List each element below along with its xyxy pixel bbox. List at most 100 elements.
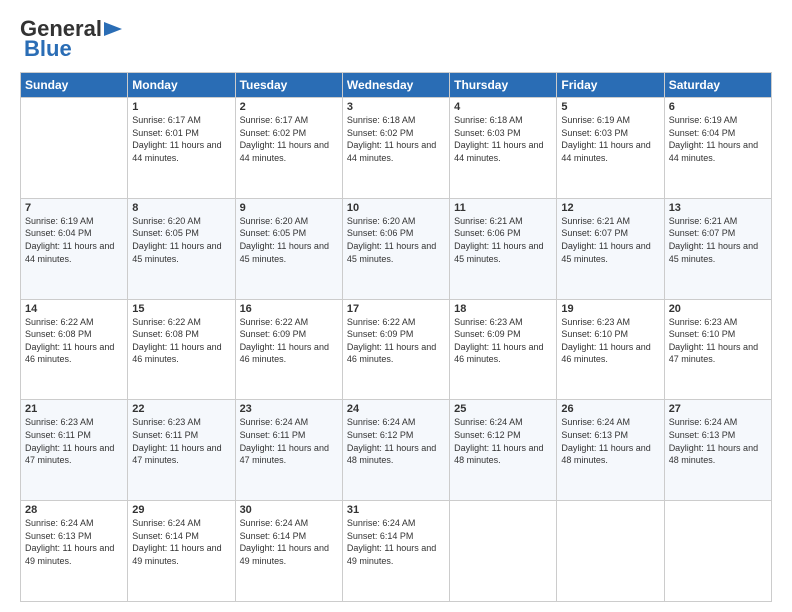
calendar-cell: 10Sunrise: 6:20 AMSunset: 6:06 PMDayligh… (342, 198, 449, 299)
calendar-table: SundayMondayTuesdayWednesdayThursdayFrid… (20, 72, 772, 602)
calendar-cell: 23Sunrise: 6:24 AMSunset: 6:11 PMDayligh… (235, 400, 342, 501)
day-info: Sunrise: 6:23 AMSunset: 6:10 PMDaylight:… (669, 316, 767, 366)
calendar-cell: 30Sunrise: 6:24 AMSunset: 6:14 PMDayligh… (235, 501, 342, 602)
day-number: 27 (669, 403, 767, 415)
calendar-cell: 22Sunrise: 6:23 AMSunset: 6:11 PMDayligh… (128, 400, 235, 501)
day-number: 5 (561, 101, 659, 113)
calendar-cell: 29Sunrise: 6:24 AMSunset: 6:14 PMDayligh… (128, 501, 235, 602)
calendar-week-row: 28Sunrise: 6:24 AMSunset: 6:13 PMDayligh… (21, 501, 772, 602)
calendar-cell: 18Sunrise: 6:23 AMSunset: 6:09 PMDayligh… (450, 299, 557, 400)
day-number: 8 (132, 202, 230, 214)
calendar-cell: 11Sunrise: 6:21 AMSunset: 6:06 PMDayligh… (450, 198, 557, 299)
day-number: 19 (561, 303, 659, 315)
day-info: Sunrise: 6:21 AMSunset: 6:07 PMDaylight:… (669, 215, 767, 265)
day-number: 31 (347, 504, 445, 516)
calendar-body: 1Sunrise: 6:17 AMSunset: 6:01 PMDaylight… (21, 98, 772, 602)
calendar-header-row: SundayMondayTuesdayWednesdayThursdayFrid… (21, 73, 772, 98)
day-info: Sunrise: 6:24 AMSunset: 6:13 PMDaylight:… (561, 416, 659, 466)
day-info: Sunrise: 6:24 AMSunset: 6:11 PMDaylight:… (240, 416, 338, 466)
day-info: Sunrise: 6:23 AMSunset: 6:11 PMDaylight:… (132, 416, 230, 466)
day-info: Sunrise: 6:24 AMSunset: 6:12 PMDaylight:… (347, 416, 445, 466)
day-info: Sunrise: 6:23 AMSunset: 6:11 PMDaylight:… (25, 416, 123, 466)
day-number: 30 (240, 504, 338, 516)
header: General Blue (20, 16, 772, 62)
day-of-week-header: Wednesday (342, 73, 449, 98)
day-number: 20 (669, 303, 767, 315)
calendar-cell (664, 501, 771, 602)
day-number: 13 (669, 202, 767, 214)
day-of-week-header: Monday (128, 73, 235, 98)
day-info: Sunrise: 6:20 AMSunset: 6:06 PMDaylight:… (347, 215, 445, 265)
day-number: 16 (240, 303, 338, 315)
day-info: Sunrise: 6:22 AMSunset: 6:08 PMDaylight:… (132, 316, 230, 366)
day-info: Sunrise: 6:24 AMSunset: 6:14 PMDaylight:… (132, 517, 230, 567)
day-number: 28 (25, 504, 123, 516)
day-of-week-header: Sunday (21, 73, 128, 98)
day-number: 14 (25, 303, 123, 315)
day-info: Sunrise: 6:19 AMSunset: 6:03 PMDaylight:… (561, 114, 659, 164)
day-info: Sunrise: 6:23 AMSunset: 6:10 PMDaylight:… (561, 316, 659, 366)
calendar-cell: 1Sunrise: 6:17 AMSunset: 6:01 PMDaylight… (128, 98, 235, 199)
calendar-cell: 5Sunrise: 6:19 AMSunset: 6:03 PMDaylight… (557, 98, 664, 199)
day-number: 23 (240, 403, 338, 415)
day-number: 24 (347, 403, 445, 415)
day-of-week-header: Saturday (664, 73, 771, 98)
day-info: Sunrise: 6:24 AMSunset: 6:14 PMDaylight:… (347, 517, 445, 567)
calendar-cell: 12Sunrise: 6:21 AMSunset: 6:07 PMDayligh… (557, 198, 664, 299)
day-number: 18 (454, 303, 552, 315)
calendar-cell: 2Sunrise: 6:17 AMSunset: 6:02 PMDaylight… (235, 98, 342, 199)
day-info: Sunrise: 6:19 AMSunset: 6:04 PMDaylight:… (669, 114, 767, 164)
day-info: Sunrise: 6:19 AMSunset: 6:04 PMDaylight:… (25, 215, 123, 265)
calendar-cell (450, 501, 557, 602)
day-number: 6 (669, 101, 767, 113)
calendar-cell (21, 98, 128, 199)
day-info: Sunrise: 6:20 AMSunset: 6:05 PMDaylight:… (132, 215, 230, 265)
calendar-cell: 20Sunrise: 6:23 AMSunset: 6:10 PMDayligh… (664, 299, 771, 400)
day-number: 26 (561, 403, 659, 415)
calendar-cell: 9Sunrise: 6:20 AMSunset: 6:05 PMDaylight… (235, 198, 342, 299)
day-number: 25 (454, 403, 552, 415)
calendar-cell: 17Sunrise: 6:22 AMSunset: 6:09 PMDayligh… (342, 299, 449, 400)
calendar-cell: 26Sunrise: 6:24 AMSunset: 6:13 PMDayligh… (557, 400, 664, 501)
day-info: Sunrise: 6:24 AMSunset: 6:12 PMDaylight:… (454, 416, 552, 466)
calendar-cell: 27Sunrise: 6:24 AMSunset: 6:13 PMDayligh… (664, 400, 771, 501)
day-number: 15 (132, 303, 230, 315)
day-number: 29 (132, 504, 230, 516)
day-number: 4 (454, 101, 552, 113)
calendar-cell: 14Sunrise: 6:22 AMSunset: 6:08 PMDayligh… (21, 299, 128, 400)
calendar-week-row: 21Sunrise: 6:23 AMSunset: 6:11 PMDayligh… (21, 400, 772, 501)
day-info: Sunrise: 6:20 AMSunset: 6:05 PMDaylight:… (240, 215, 338, 265)
calendar-cell: 6Sunrise: 6:19 AMSunset: 6:04 PMDaylight… (664, 98, 771, 199)
calendar-week-row: 1Sunrise: 6:17 AMSunset: 6:01 PMDaylight… (21, 98, 772, 199)
calendar-cell: 31Sunrise: 6:24 AMSunset: 6:14 PMDayligh… (342, 501, 449, 602)
calendar-week-row: 7Sunrise: 6:19 AMSunset: 6:04 PMDaylight… (21, 198, 772, 299)
day-number: 2 (240, 101, 338, 113)
day-info: Sunrise: 6:24 AMSunset: 6:13 PMDaylight:… (25, 517, 123, 567)
day-info: Sunrise: 6:22 AMSunset: 6:08 PMDaylight:… (25, 316, 123, 366)
calendar-cell: 21Sunrise: 6:23 AMSunset: 6:11 PMDayligh… (21, 400, 128, 501)
day-number: 22 (132, 403, 230, 415)
day-info: Sunrise: 6:21 AMSunset: 6:07 PMDaylight:… (561, 215, 659, 265)
day-number: 9 (240, 202, 338, 214)
day-info: Sunrise: 6:17 AMSunset: 6:01 PMDaylight:… (132, 114, 230, 164)
day-number: 1 (132, 101, 230, 113)
calendar-cell: 25Sunrise: 6:24 AMSunset: 6:12 PMDayligh… (450, 400, 557, 501)
day-number: 7 (25, 202, 123, 214)
logo-blue: Blue (24, 36, 72, 62)
calendar-cell: 4Sunrise: 6:18 AMSunset: 6:03 PMDaylight… (450, 98, 557, 199)
calendar-cell: 7Sunrise: 6:19 AMSunset: 6:04 PMDaylight… (21, 198, 128, 299)
calendar-cell: 8Sunrise: 6:20 AMSunset: 6:05 PMDaylight… (128, 198, 235, 299)
logo-icon (102, 18, 124, 40)
day-info: Sunrise: 6:18 AMSunset: 6:02 PMDaylight:… (347, 114, 445, 164)
day-info: Sunrise: 6:18 AMSunset: 6:03 PMDaylight:… (454, 114, 552, 164)
logo: General Blue (20, 16, 124, 62)
day-info: Sunrise: 6:22 AMSunset: 6:09 PMDaylight:… (240, 316, 338, 366)
calendar-week-row: 14Sunrise: 6:22 AMSunset: 6:08 PMDayligh… (21, 299, 772, 400)
day-info: Sunrise: 6:24 AMSunset: 6:14 PMDaylight:… (240, 517, 338, 567)
day-of-week-header: Tuesday (235, 73, 342, 98)
day-number: 17 (347, 303, 445, 315)
day-info: Sunrise: 6:23 AMSunset: 6:09 PMDaylight:… (454, 316, 552, 366)
calendar-cell: 15Sunrise: 6:22 AMSunset: 6:08 PMDayligh… (128, 299, 235, 400)
calendar-cell: 19Sunrise: 6:23 AMSunset: 6:10 PMDayligh… (557, 299, 664, 400)
calendar-cell: 28Sunrise: 6:24 AMSunset: 6:13 PMDayligh… (21, 501, 128, 602)
